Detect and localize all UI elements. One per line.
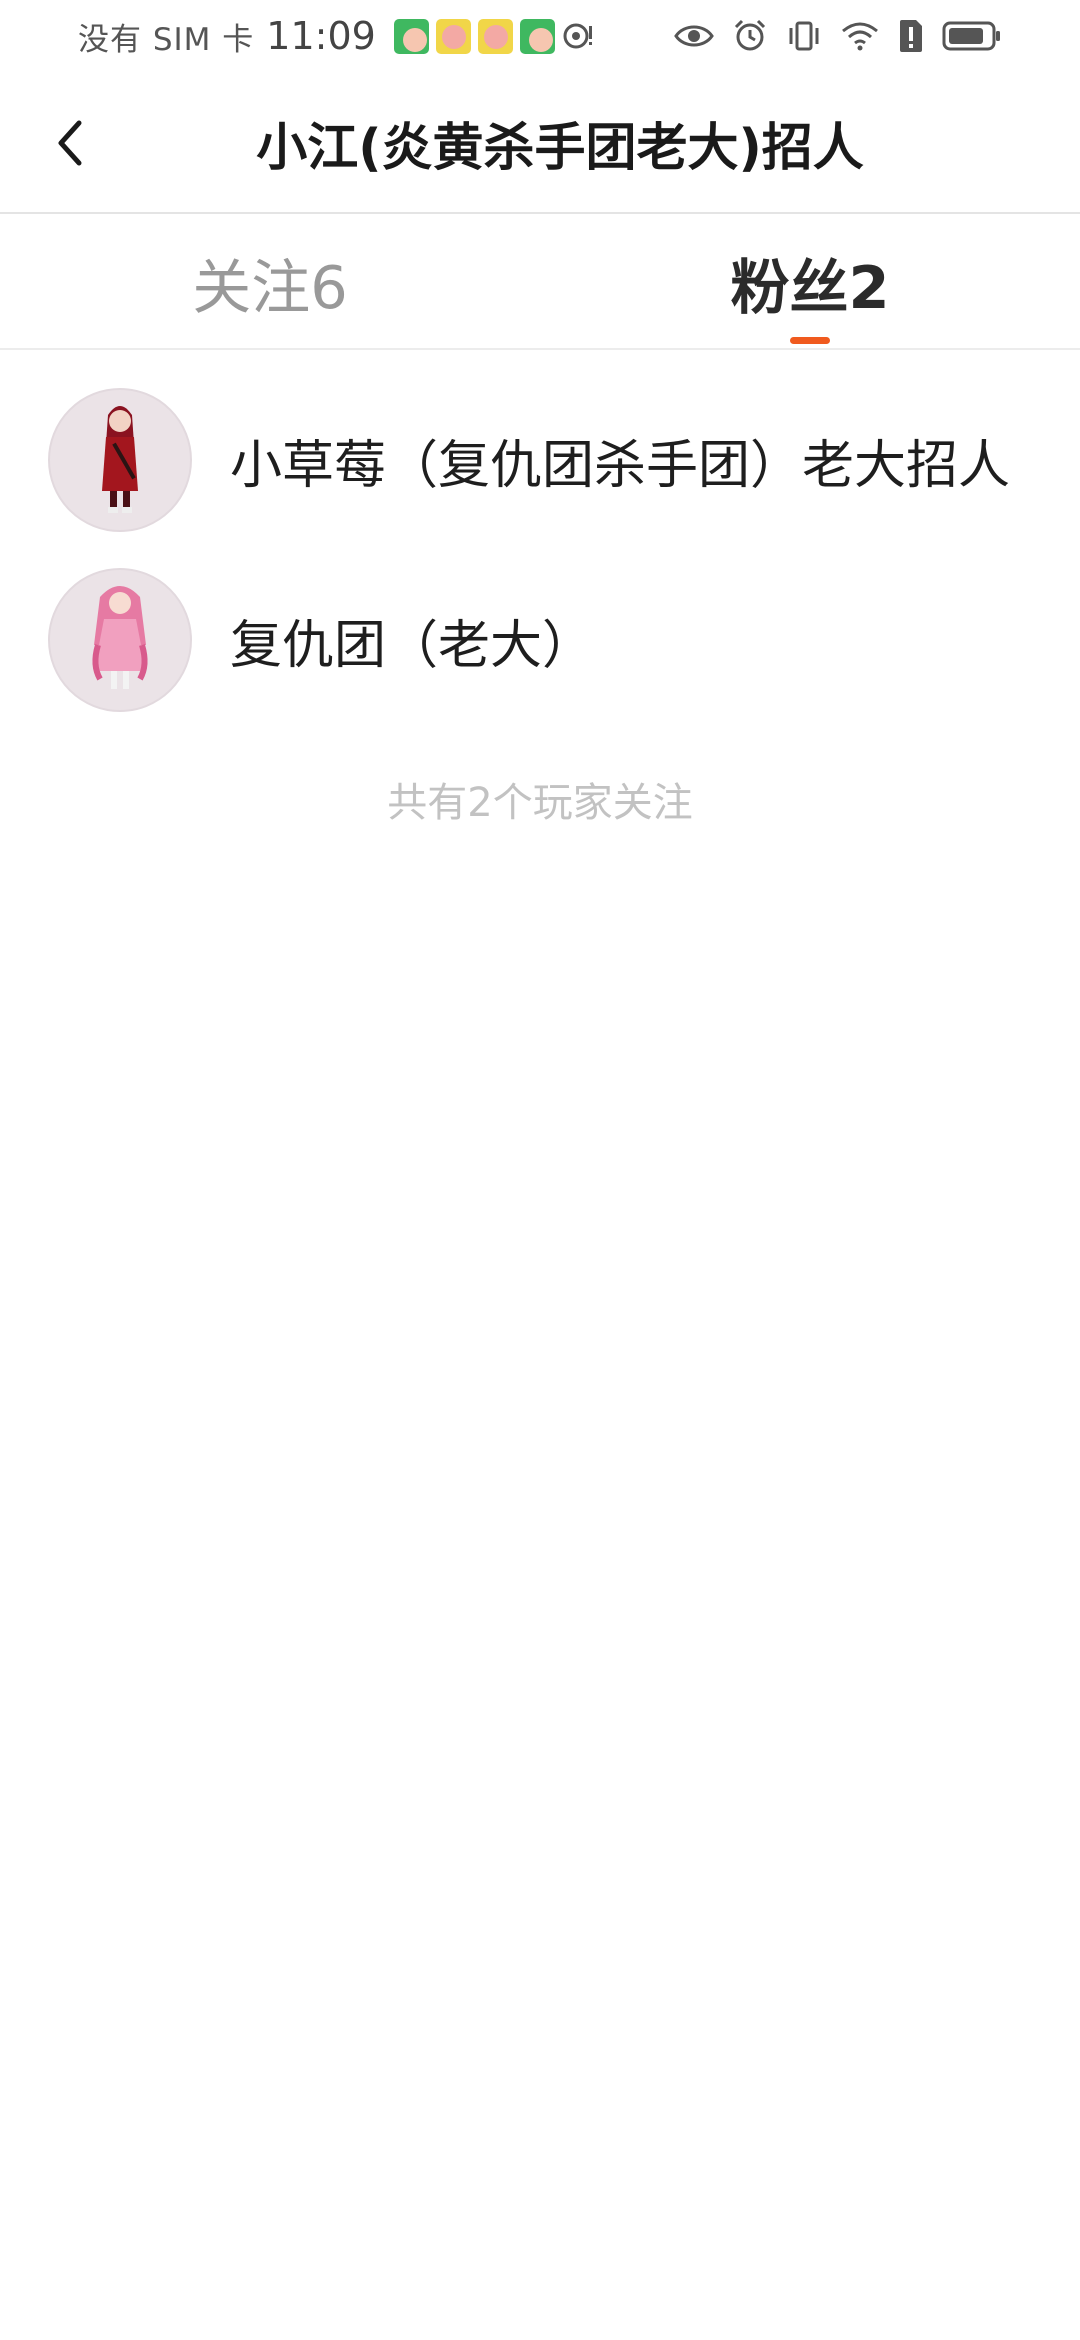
follower-name: 复仇团（老大） [230, 615, 595, 676]
alarm-icon [732, 18, 768, 54]
follower-count-note: 共有2个玩家关注 [387, 780, 693, 826]
status-left: 没有 SIM 卡 11:09 [78, 14, 594, 59]
follower-name: 小草莓（复仇团杀手团）老大招人 [230, 435, 1011, 496]
follower-list: 小草莓（复仇团杀手团）老大招人 复仇团（老大） [0, 370, 1080, 730]
clock: 11:09 [266, 14, 376, 58]
active-tab-indicator [790, 337, 830, 344]
page-title: 小江(炎黄杀手团老大)招人 [256, 119, 864, 178]
status-right [674, 18, 1002, 54]
eye-icon [674, 22, 714, 50]
tab-following[interactable]: 关注6 [0, 216, 540, 348]
notification-icons [393, 18, 594, 54]
list-item[interactable]: 复仇团（老大） [0, 550, 1080, 730]
carrier-label: 没有 SIM 卡 [78, 21, 255, 58]
vibrate-icon [786, 18, 822, 54]
tab-followers-label: 粉丝2 [730, 252, 890, 322]
tab-bar: 关注6 粉丝2 [0, 216, 1080, 350]
tab-following-label: 关注6 [192, 252, 348, 322]
hotspot-icon [562, 20, 594, 52]
chevron-left-icon [53, 115, 87, 171]
avatar[interactable] [48, 568, 192, 712]
battery-icon [942, 20, 1002, 52]
app-icon [519, 18, 555, 54]
back-button[interactable] [40, 108, 100, 178]
tab-followers[interactable]: 粉丝2 [540, 216, 1080, 348]
character-avatar-icon [92, 586, 148, 689]
wifi-icon [840, 20, 880, 52]
title-bar: 小江(炎黄杀手团老大)招人 [0, 72, 1080, 214]
status-bar: 没有 SIM 卡 11:09 [0, 0, 1080, 72]
list-item[interactable]: 小草莓（复仇团杀手团）老大招人 [0, 370, 1080, 550]
app-icon [435, 18, 471, 54]
app-icon [393, 18, 429, 54]
avatar[interactable] [48, 388, 192, 532]
app-icon [477, 18, 513, 54]
sim-alert-icon [898, 18, 924, 54]
character-avatar-icon [102, 406, 138, 513]
